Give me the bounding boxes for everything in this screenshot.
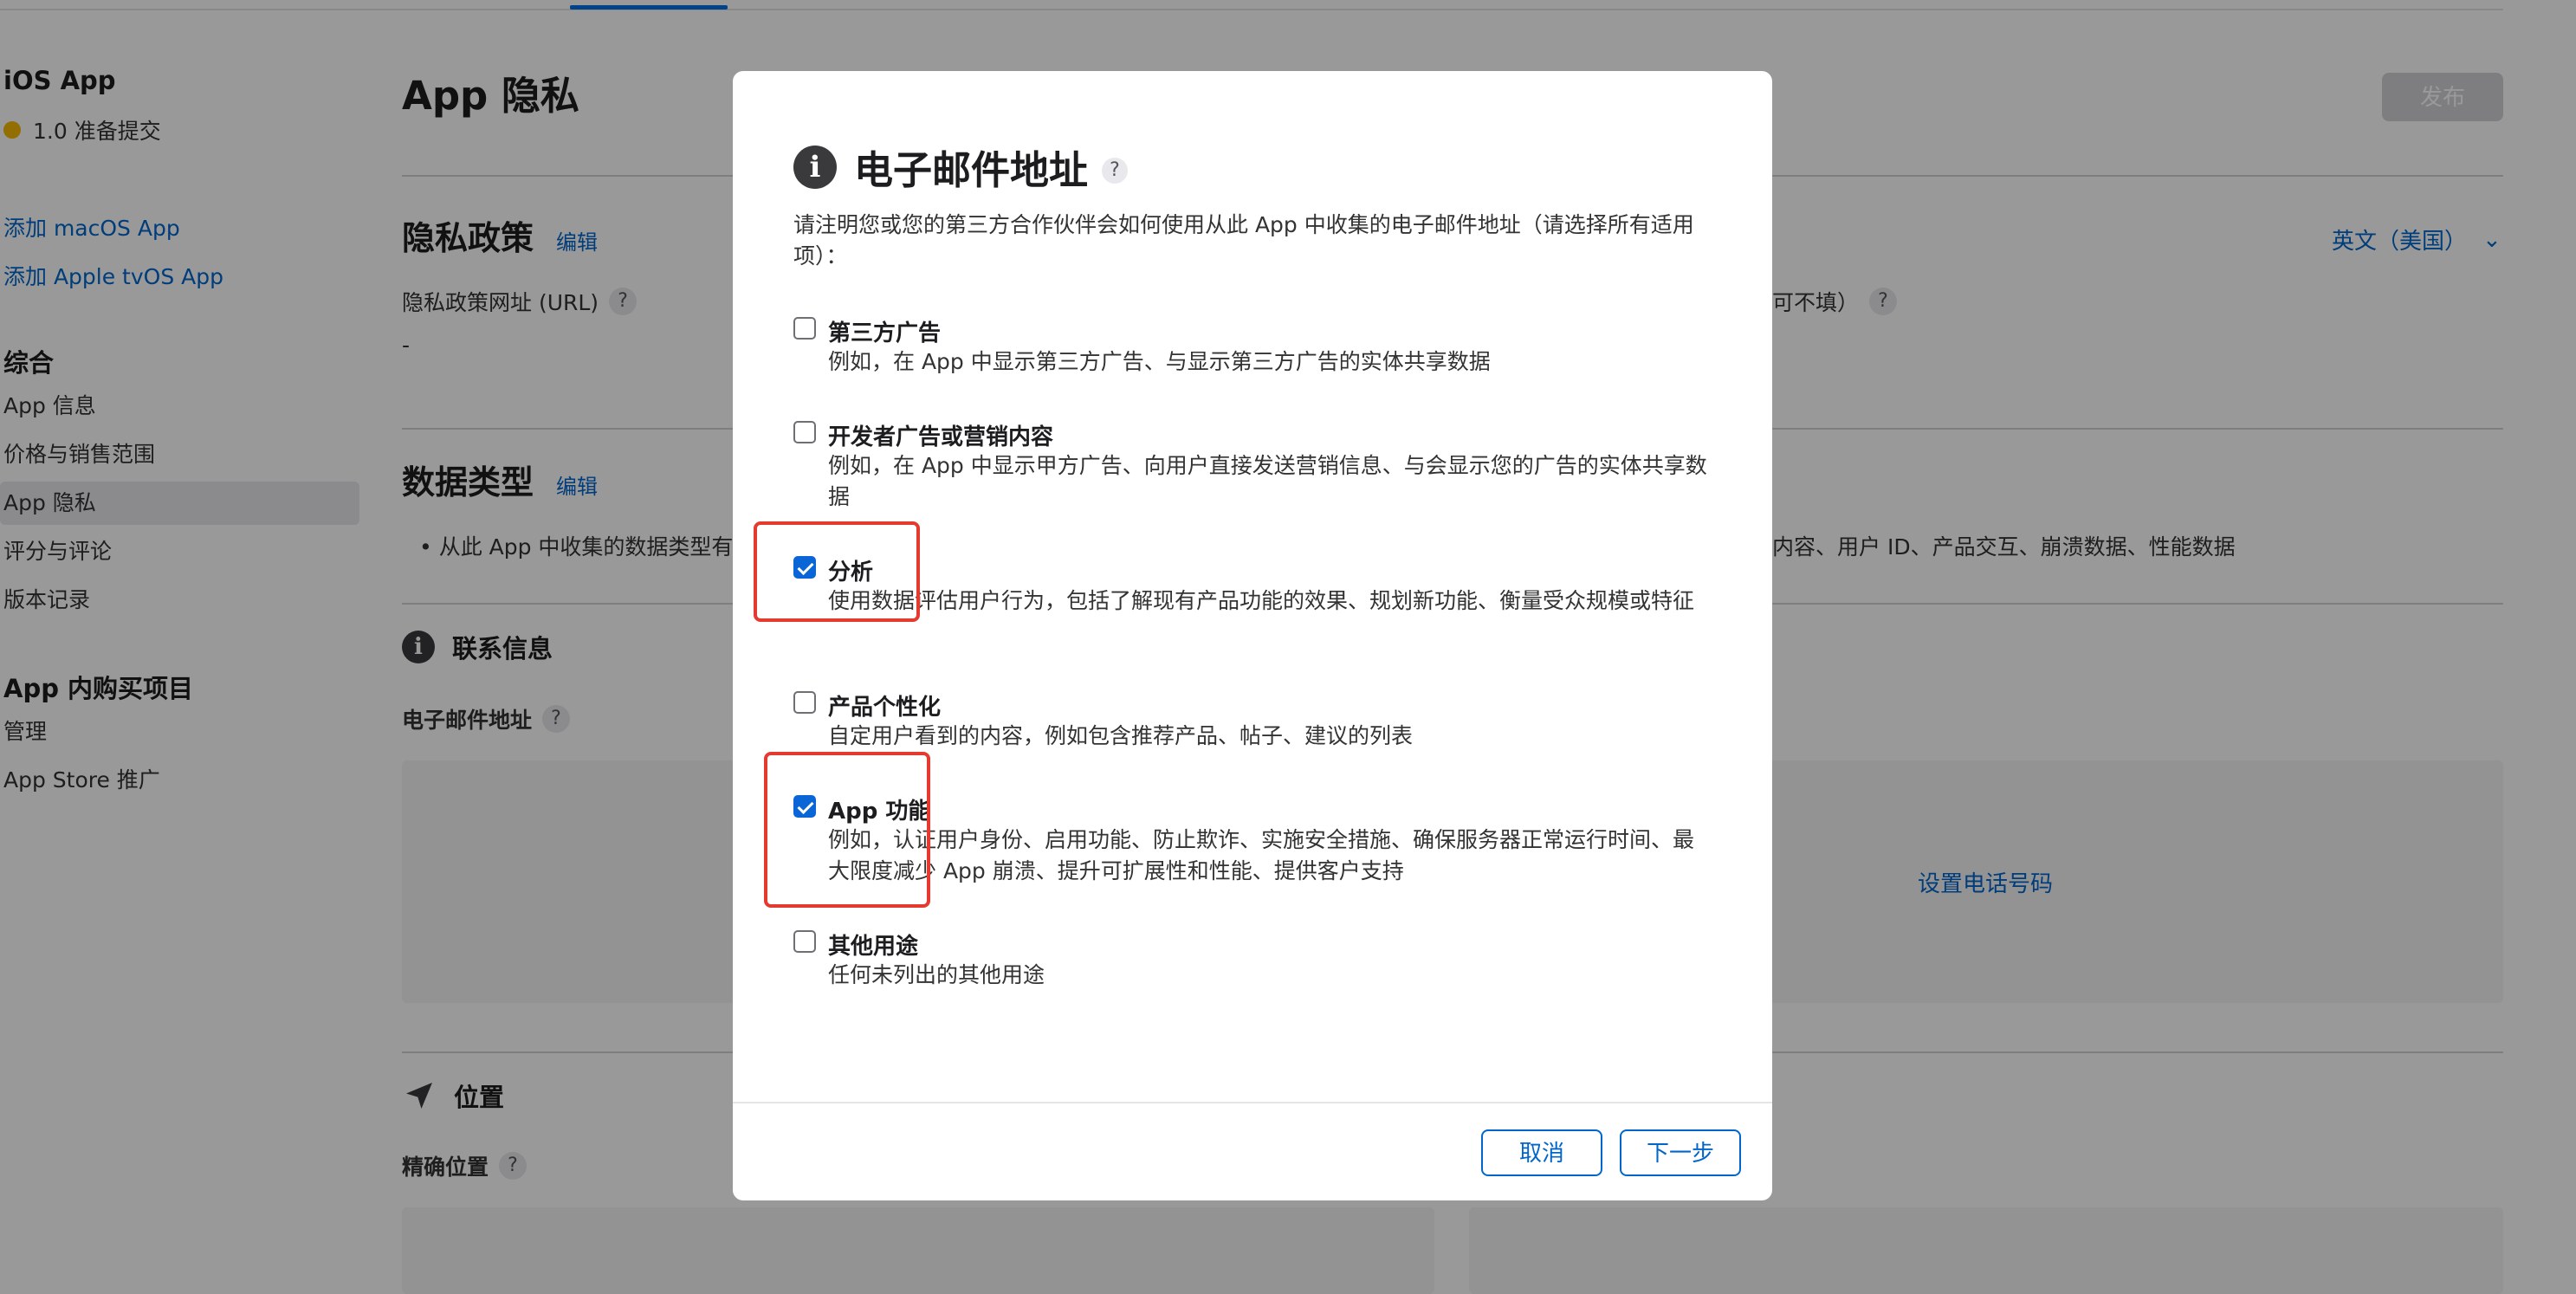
dialog-header: i 电子邮件地址 ? xyxy=(793,139,1129,195)
option-label: 产品个性化 xyxy=(828,695,942,721)
option-desc: 任何未列出的其他用途 xyxy=(828,962,1045,987)
option-product-personalization[interactable]: 产品个性化 自定用户看到的内容，例如包含推荐产品、帖子、建议的列表 xyxy=(793,689,1712,759)
option-label: 第三方广告 xyxy=(828,320,942,346)
email-usage-dialog: i 电子邮件地址 ? 请注明您或您的第三方合作伙伴会如何使用从此 App 中收集… xyxy=(733,71,1772,1200)
annotation-highlight xyxy=(764,752,930,908)
dialog-title: 电子邮件地址 xyxy=(854,147,1089,193)
option-desc: 例如，在 App 中显示甲方广告、向用户直接发送营销信息、与会显示您的广告的实体… xyxy=(828,453,1707,509)
cancel-button[interactable]: 取消 xyxy=(1481,1129,1602,1176)
help-icon[interactable]: ? xyxy=(1102,157,1129,184)
option-desc: 使用数据评估用户行为，包括了解现有产品功能的效果、规划新功能、衡量受众规模或特征 xyxy=(828,588,1695,613)
checkbox[interactable] xyxy=(793,691,816,714)
option-third-party-ads[interactable]: 第三方广告 例如，在 App 中显示第三方广告、与显示第三方广告的实体共享数据 xyxy=(793,315,1712,385)
next-button[interactable]: 下一步 xyxy=(1620,1129,1741,1176)
option-label: 其他用途 xyxy=(828,934,919,960)
option-app-functionality[interactable]: App 功能 例如，认证用户身份、启用功能、防止欺诈、实施安全措施、确保服务器正… xyxy=(793,793,1712,894)
option-analytics[interactable]: 分析 使用数据评估用户行为，包括了解现有产品功能的效果、规划新功能、衡量受众规模… xyxy=(793,554,1712,655)
option-desc: 例如，认证用户身份、启用功能、防止欺诈、实施安全措施、确保服务器正常运行时间、最… xyxy=(828,827,1695,883)
checkbox[interactable] xyxy=(793,317,816,340)
option-desc: 例如，在 App 中显示第三方广告、与显示第三方广告的实体共享数据 xyxy=(828,349,1491,374)
info-icon: i xyxy=(793,145,837,189)
option-label: 开发者广告或营销内容 xyxy=(828,424,1054,450)
annotation-highlight xyxy=(754,521,920,622)
checkbox[interactable] xyxy=(793,930,816,953)
option-desc: 自定用户看到的内容，例如包含推荐产品、帖子、建议的列表 xyxy=(828,723,1414,748)
checkbox[interactable] xyxy=(793,421,816,443)
dialog-footer-divider xyxy=(733,1102,1772,1103)
dialog-description: 请注明您或您的第三方合作伙伴会如何使用从此 App 中收集的电子邮件地址（请选择… xyxy=(793,212,1694,269)
option-other-purposes[interactable]: 其他用途 任何未列出的其他用途 xyxy=(793,928,1712,998)
option-developer-ads[interactable]: 开发者广告或营销内容 例如，在 App 中显示甲方广告、向用户直接发送营销信息、… xyxy=(793,419,1712,520)
